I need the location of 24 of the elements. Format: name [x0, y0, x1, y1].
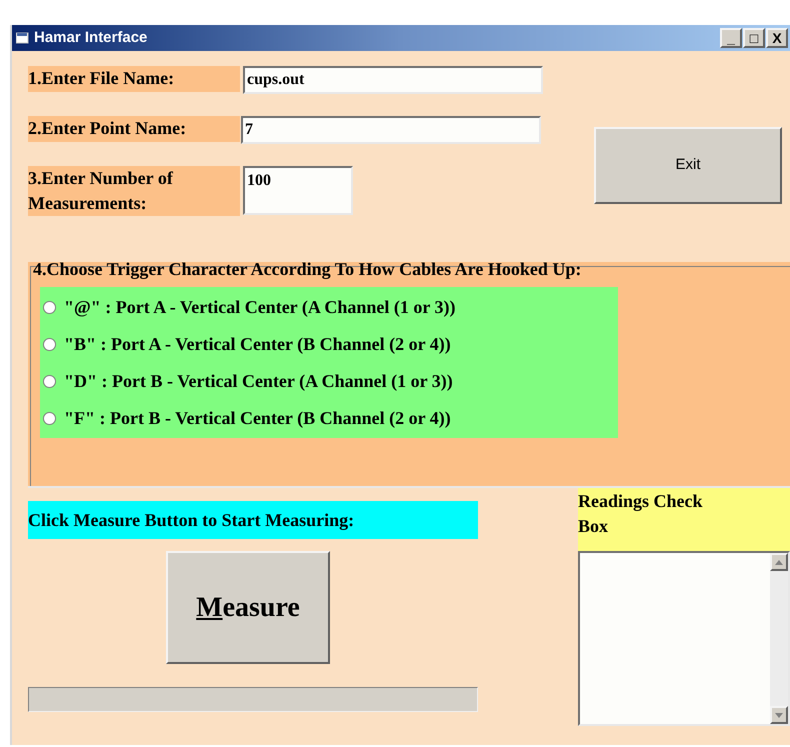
input-field[interactable]: 7 [241, 116, 541, 144]
instruction-label: Click Measure Button to Start Measuring: [28, 501, 478, 539]
readings-list[interactable] [578, 551, 790, 726]
readings-label: Readings Check Box [578, 488, 790, 551]
group-title: 4.Choose Trigger Character According To How Cables Are Hooked Up: [33, 258, 582, 281]
measure-button[interactable]: Measure [166, 551, 330, 664]
window-title: Hamar Interface [34, 28, 148, 48]
radio-option[interactable]: "@" : Port A - Vertical Center (A Channel (1 or 3)) [43, 294, 456, 320]
input-field[interactable]: cups.out [243, 66, 543, 94]
input-field[interactable]: 100 [243, 166, 353, 215]
field-label: 1.Enter File Name: [28, 66, 240, 92]
field-label: 2.Enter Point Name: [28, 116, 240, 142]
maximize-button[interactable]: □ [743, 28, 765, 48]
window-icon [16, 32, 30, 44]
radio-option[interactable]: "F" : Port B - Vertical Center (B Channel (2 or 4)) [43, 404, 451, 432]
radio-option[interactable]: "B" : Port A - Vertical Center (B Channel (2 or 4)) [43, 330, 451, 358]
scrollbar[interactable] [770, 553, 788, 724]
field-label: 3.Enter Number of Measurements: [28, 166, 240, 216]
scroll-up-icon[interactable] [770, 553, 788, 571]
radio-option[interactable]: "D" : Port B - Vertical Center (A Channel (1 or 3)) [43, 368, 453, 394]
scroll-down-icon[interactable] [770, 706, 788, 724]
exit-button[interactable]: Exit [594, 127, 782, 204]
close-button[interactable]: X [766, 28, 788, 48]
minimize-button[interactable]: _ [720, 28, 742, 48]
